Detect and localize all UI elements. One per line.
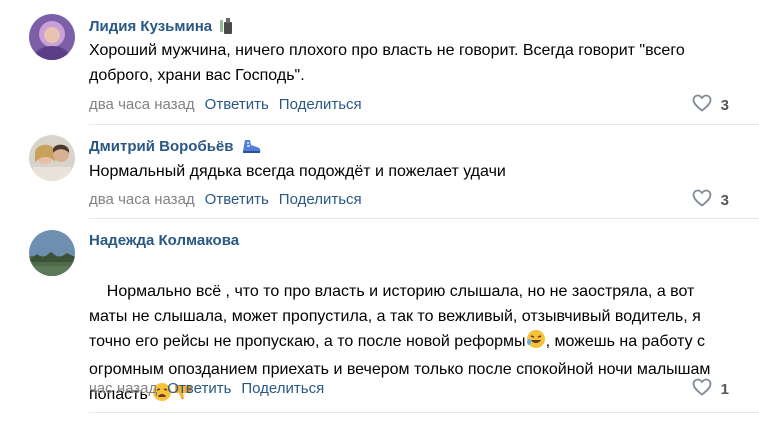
divider <box>89 412 759 413</box>
like-count: 1 <box>720 380 729 398</box>
avatar[interactable] <box>29 230 75 276</box>
author-name: Надежда Колмакова <box>89 232 240 249</box>
like-button[interactable]: 1 <box>692 378 729 400</box>
heart-icon <box>692 378 712 400</box>
rolling-laughing-emoji-icon <box>526 329 546 357</box>
reply-button[interactable]: Ответить <box>167 380 231 397</box>
share-button[interactable]: Поделиться <box>241 380 324 397</box>
comment-author[interactable]: Надежда Колмакова <box>89 232 239 249</box>
comment-3: Надежда Колмакова Нормально всё , что то… <box>0 0 759 422</box>
comment-meta: час назад Ответить Поделиться <box>89 380 324 397</box>
comment-text: Нормально всё , что то про власть и исто… <box>89 254 729 435</box>
comment-time[interactable]: час назад <box>89 380 157 397</box>
